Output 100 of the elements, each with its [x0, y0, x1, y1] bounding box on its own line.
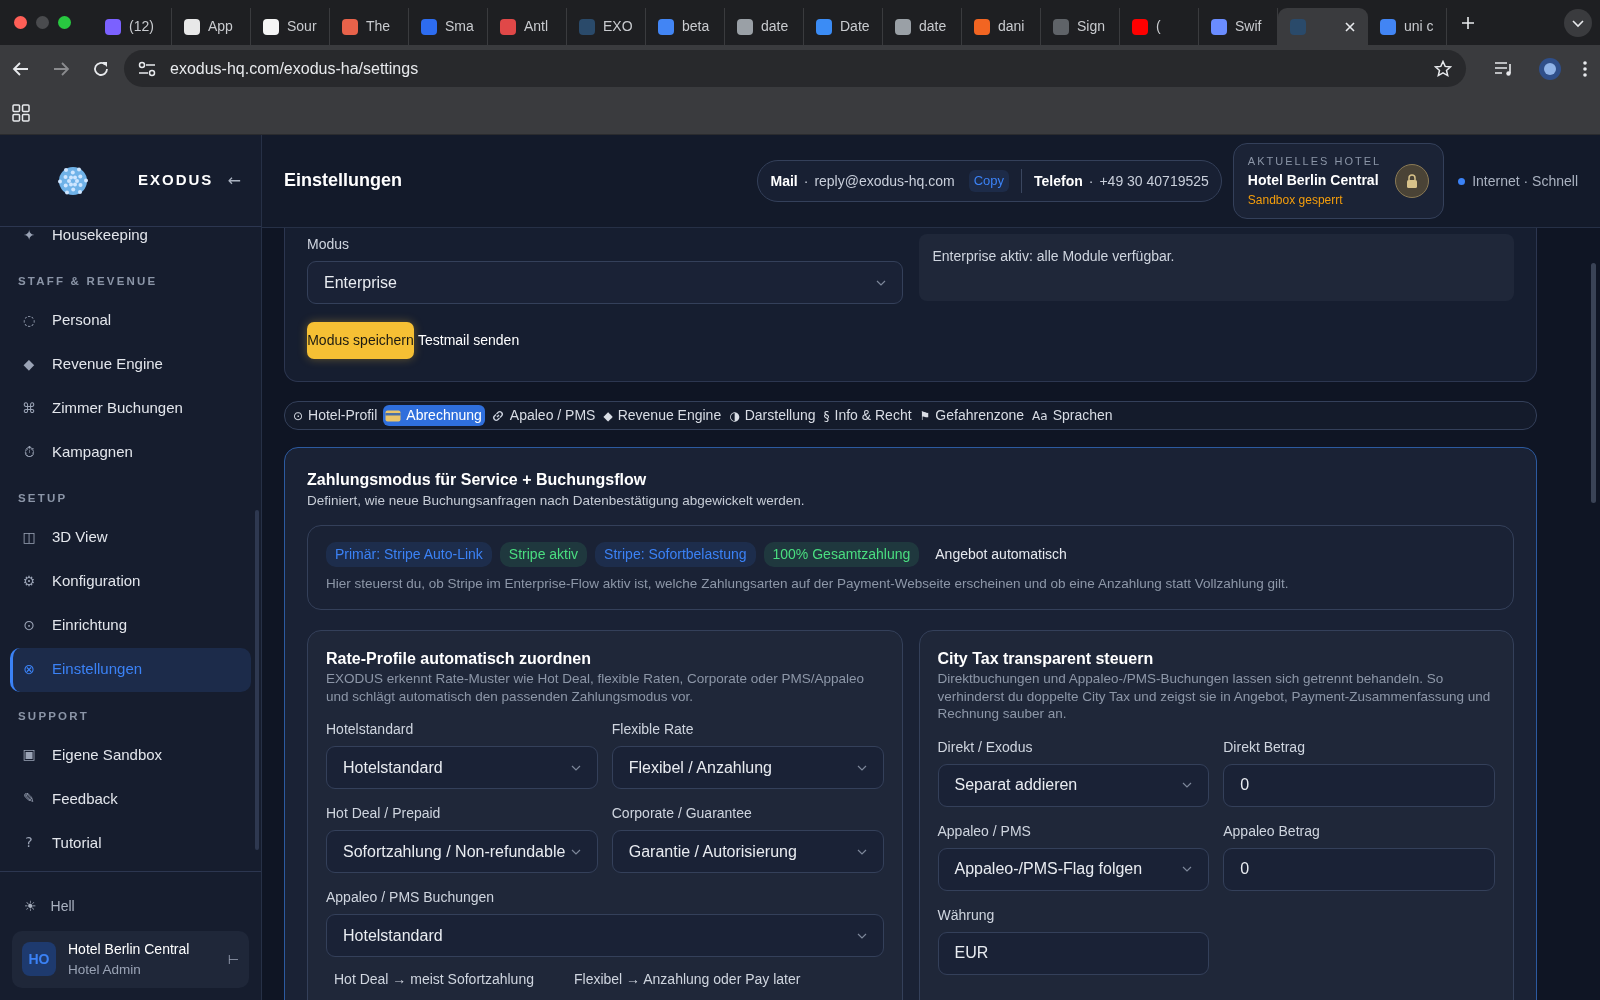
field-label: Appaleo / PMS Buchungen	[326, 888, 496, 908]
back-icon[interactable]	[12, 59, 30, 78]
field-label: Appaleo Betrag	[1223, 821, 1321, 841]
chevron-icon	[856, 848, 867, 855]
section-tab[interactable]: Apaleo / PMS	[488, 405, 598, 426]
user-card[interactable]: HO Hotel Berlin Central Hotel Admin ⊢	[12, 930, 249, 988]
nav-item[interactable]: ⌘ Zimmer Buchungen	[10, 386, 251, 431]
hotel-name: Hotel Berlin Central	[1247, 170, 1380, 190]
separator-dot: ·	[1088, 171, 1094, 191]
panel-description: EXODUS erkennt Rate-Muster wie Hot Deal, flexible Raten, Corporate oder PMS/Appaleo und schlägt automatisch den passenden Zahlungsmodus vor.	[326, 670, 865, 706]
logo-icon	[58, 165, 88, 196]
section-tab[interactable]: ◑ Darstellung	[727, 405, 818, 426]
nav-item[interactable]: ? Tutorial	[10, 820, 251, 865]
profile-avatar-icon[interactable]	[1538, 56, 1562, 81]
input-field[interactable]: 0	[1223, 763, 1495, 807]
contact-label: Mail	[770, 171, 798, 191]
section-tab[interactable]: Abrechnung	[383, 405, 485, 426]
field-label: Modus	[307, 235, 351, 254]
save-button[interactable]: Modus speichern	[307, 322, 414, 359]
panel-description: Hier steuerst du, ob Stripe im Enterprise-Flow aktiv ist, welche Zahlungsarten auf der Payment-Webseite erscheinen und ob eine Anzahlung statt Vollzahlung gilt.	[326, 575, 1290, 593]
address-bar[interactable]: exodus-hq.com/exodus-ha/settings	[124, 50, 1466, 87]
theme-toggle[interactable]: ☀ Hell	[12, 885, 249, 931]
chevron-icon	[875, 279, 886, 286]
select-field[interactable]: Hotelstandard	[326, 746, 598, 790]
scrollbar[interactable]	[1591, 263, 1596, 503]
avatar: HO	[22, 942, 56, 977]
status-note: Angebot automatisch	[935, 545, 1067, 565]
select-field[interactable]: Sofortzahlung / Non-refundable	[326, 830, 598, 874]
contact-value: +49 30 40719525	[1099, 171, 1209, 191]
field-label: Direkt / Exodus	[937, 737, 1034, 757]
field-label: Flexible Rate	[611, 720, 695, 740]
window-control[interactable]	[58, 16, 71, 29]
link-icon	[490, 408, 505, 423]
nav-item[interactable]: ◆ Revenue Engine	[10, 342, 251, 387]
section-tab[interactable]: § Info & Recht	[821, 405, 914, 426]
connection-status: Internet · Schnell	[1472, 171, 1578, 191]
input-field[interactable]: 0	[1223, 847, 1495, 891]
field-label: Corporate / Guarantee	[611, 804, 753, 824]
section-tab[interactable]: ◆ Revenue Engine	[601, 405, 724, 426]
select-field[interactable]: Appaleo-/PMS-Flag folgen	[937, 847, 1210, 891]
chevron-icon[interactable]	[1564, 8, 1592, 37]
star-icon[interactable]	[1434, 59, 1452, 78]
select-field[interactable]: Hotelstandard	[326, 914, 884, 958]
brand-name: EXODUS	[138, 170, 214, 191]
close-icon[interactable]	[1344, 20, 1356, 33]
logout-button[interactable]: ⊢	[227, 949, 239, 970]
site-info-icon[interactable]	[138, 60, 156, 77]
lock-icon	[1406, 174, 1419, 188]
hint-text: Flexibel → Anzahlung oder Pay later	[573, 970, 802, 990]
contact-label: Telefon	[1034, 171, 1083, 191]
input-field[interactable]: EUR	[937, 931, 1210, 975]
collapse-button[interactable]: ←	[227, 168, 241, 193]
copy-button[interactable]: Copy	[968, 170, 1009, 192]
nav-item[interactable]: ✦ Housekeeping	[10, 213, 251, 257]
nav-item[interactable]: ⊙ Einrichtung	[10, 603, 251, 648]
menu-icon[interactable]	[1582, 59, 1588, 78]
select-field[interactable]: Enterprise	[307, 261, 903, 304]
new-tab-icon[interactable]	[1461, 15, 1475, 30]
reload-icon[interactable]	[92, 59, 110, 78]
contact-value: reply@exodus-hq.com	[814, 171, 955, 191]
card-subtitle: Definiert, wie neue Buchungsanfragen nach Datenbestätigung abgewickelt werden.	[307, 492, 806, 511]
chevron-icon	[856, 764, 867, 771]
panel-title: Rate-Profile automatisch zuordnen	[326, 649, 592, 669]
send-button[interactable]: Testmail senden	[418, 330, 520, 351]
nav-item[interactable]: ⊗ Einstellungen	[10, 647, 251, 692]
forward-icon[interactable]	[52, 59, 70, 78]
nav-item[interactable]: ⚙ Konfiguration	[10, 559, 251, 604]
select-field[interactable]: Flexibel / Anzahlung	[611, 746, 884, 790]
nav-item[interactable]: ◫ 3D View	[10, 515, 251, 560]
chevron-icon	[1182, 782, 1193, 789]
section-tab[interactable]: ⚑ Gefahrenzone	[917, 405, 1027, 426]
media-icon[interactable]	[1494, 60, 1514, 77]
panel-description: Direktbuchungen und Appaleo-/PMS-Buchungen lassen sich getrennt behandeln. So verhinderst du doppelte City Tax und zeigst sie in Angebot, Payment-Zusammenfassung und Rechnung sauber an.	[937, 670, 1492, 723]
nav-item[interactable]: ⏱ Kampagnen	[10, 430, 251, 475]
field-label: Direkt Betrag	[1223, 737, 1306, 757]
status-tag: Primär: Stripe Auto-Link	[326, 542, 492, 568]
select-field[interactable]: Separat addieren	[937, 763, 1210, 807]
apps-grid-icon[interactable]	[12, 104, 30, 122]
scrollbar[interactable]	[255, 510, 259, 850]
panel-title: City Tax transparent steuern	[937, 649, 1155, 669]
hotel-caption: AKTUELLES HOTEL	[1247, 154, 1382, 170]
status-tag: Stripe: Sofortbelastung	[595, 542, 756, 568]
section-tab[interactable]: ⊙ Hotel-Profil	[291, 405, 380, 426]
status-tag: 100% Gesamtzahlung	[763, 542, 920, 568]
nav-item[interactable]: ✎ Feedback	[10, 776, 251, 821]
window-control[interactable]	[14, 16, 27, 29]
section-heading: SETUP	[17, 491, 69, 507]
page-title: Einstellungen	[284, 170, 403, 192]
chevron-icon	[1182, 866, 1193, 873]
hint-text: Hot Deal → meist Sofortzahlung	[333, 970, 535, 990]
separator-dot: ·	[803, 171, 809, 191]
chevron-icon	[570, 848, 581, 855]
section-tab[interactable]: Aa Sprachen	[1030, 405, 1115, 426]
section-heading: SUPPORT	[17, 708, 90, 724]
nav-item[interactable]: ◌ Personal	[10, 298, 251, 343]
select-field[interactable]: Garantie / Autorisierung	[611, 830, 884, 874]
card-title: Zahlungsmodus für Service + Buchungsflow	[307, 470, 648, 490]
chevron-icon	[570, 764, 581, 771]
info-message: Enterprise aktiv: alle Module verfügbar.	[918, 234, 1514, 301]
nav-item[interactable]: ▣ Eigene Sandbox	[10, 732, 251, 777]
